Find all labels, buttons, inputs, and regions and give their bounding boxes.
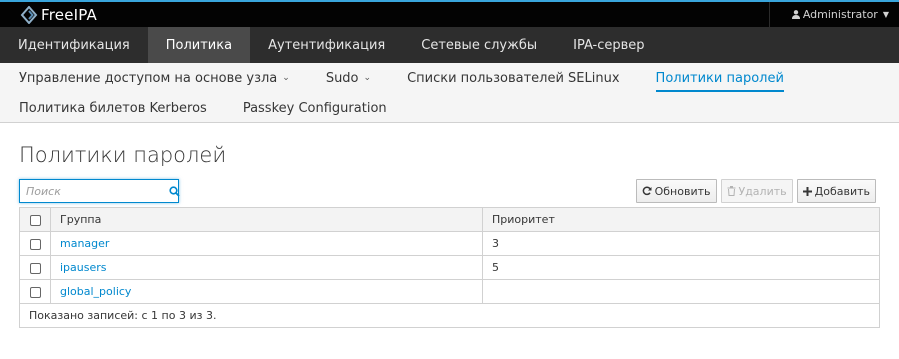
row-select-cell [19,279,51,304]
priority-cell: 3 [482,231,880,256]
subnav-hbac[interactable]: Управление доступом на основе узла ⌄ [19,63,290,93]
secondary-nav: Управление доступом на основе узла ⌄ Sud… [0,63,899,123]
page-title: Политики паролей [19,143,227,167]
priority-cell: 5 [482,255,880,280]
row-select-cell [19,255,51,280]
group-link[interactable]: manager [60,237,109,250]
column-header-priority[interactable]: Приоритет [482,207,880,232]
toolbar: Обновить Удалить Добавить [635,179,876,203]
column-header-group[interactable]: Группа [50,207,483,232]
freeipa-logo-icon [20,5,38,24]
delete-label: Удалить [738,184,787,198]
select-all-checkbox[interactable] [29,214,41,226]
user-menu[interactable]: Administrator ▼ [768,2,899,27]
user-name: Administrator [802,8,878,21]
user-icon [791,10,800,19]
masthead: FreeIPA Administrator ▼ [0,0,899,27]
group-link[interactable]: ipausers [60,261,107,274]
brand-logo[interactable]: FreeIPA [0,2,97,27]
refresh-button[interactable]: Обновить [635,179,717,203]
nav-policy[interactable]: Политика [147,27,251,63]
table-row: ipausers 5 [19,255,880,280]
add-button[interactable]: Добавить [796,179,876,203]
delete-button[interactable]: Удалить [720,179,793,203]
row-select-cell [19,231,51,256]
chevron-down-icon: ▼ [882,10,889,19]
subnav-sudo[interactable]: Sudo ⌄ [326,63,371,93]
brand-name: FreeIPA [41,5,98,24]
row-checkbox[interactable] [29,262,41,274]
search-box [19,179,180,203]
group-cell: ipausers [50,255,483,280]
subnav-kerberos-ticket-policy[interactable]: Политика билетов Kerberos [19,93,207,123]
add-label: Добавить [814,184,870,198]
row-checkbox[interactable] [29,238,41,250]
subnav-sudo-label: Sudo [325,70,359,86]
trash-icon [727,186,736,196]
group-cell: global_policy [50,279,483,304]
search-icon [169,185,180,197]
subnav-passkey-configuration[interactable]: Passkey Configuration [243,93,387,123]
chevron-down-icon: ⌄ [363,73,372,83]
table-header-row: Группа Приоритет [19,207,880,232]
search-input[interactable] [20,180,169,202]
search-button[interactable] [169,185,180,197]
priority-cell [482,279,880,304]
group-cell: manager [50,231,483,256]
nav-authentication[interactable]: Аутентификация [250,27,403,63]
row-checkbox[interactable] [29,286,41,298]
password-policies-table: Группа Приоритет manager 3 ipausers 5 gl… [19,207,880,328]
subnav-selinux[interactable]: Списки пользователей SELinux [407,63,619,93]
refresh-label: Обновить [654,184,711,198]
refresh-icon [642,186,652,196]
table-row: manager 3 [19,231,880,256]
records-summary: Показано записей: с 1 по 3 из 3. [19,303,880,328]
group-link[interactable]: global_policy [60,285,131,298]
nav-ipa-server[interactable]: IPA-сервер [555,27,662,63]
nav-identity[interactable]: Идентификация [0,27,148,63]
nav-network-services[interactable]: Сетевые службы [403,27,555,63]
plus-icon [802,186,812,196]
select-all-cell [19,207,51,232]
subnav-hbac-label: Управление доступом на основе узла [19,70,278,86]
subnav-password-policies[interactable]: Политики паролей [655,63,785,93]
table-row: global_policy [19,279,880,304]
primary-nav: Идентификация Политика Аутентификация Се… [0,27,899,63]
chevron-down-icon: ⌄ [282,73,290,83]
table-footer-row: Показано записей: с 1 по 3 из 3. [19,303,880,328]
